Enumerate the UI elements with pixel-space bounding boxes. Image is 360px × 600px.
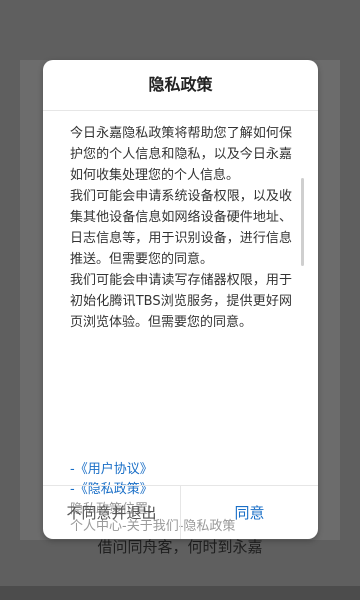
bottom-strip xyxy=(0,586,360,600)
policy-paragraph: 我们可能会申请系统设备权限，以及收集其他设备信息如网络设备硬件地址、日志信息等，… xyxy=(70,189,292,267)
user-agreement-link[interactable]: -《用户协议》 xyxy=(70,458,153,477)
scrollbar[interactable] xyxy=(301,178,304,266)
dialog-title: 隐私政策 xyxy=(43,60,318,111)
background-caption: 借问同舟客，何时到永嘉 xyxy=(97,538,263,556)
privacy-dialog: 隐私政策 今日永嘉隐私政策将帮助您了解如何保护您的个人信息和隐私，以及今日永嘉如… xyxy=(43,60,318,539)
policy-text: 今日永嘉隐私政策将帮助您了解如何保护您的个人信息和隐私，以及今日永嘉如何收集处理… xyxy=(70,123,292,333)
policy-paragraph: 我们可能会申请读写存储器权限，用于初始化腾讯TBS浏览服务，提供更好网页浏览体验… xyxy=(70,273,292,330)
policy-paragraph: 今日永嘉隐私政策将帮助您了解如何保护您的个人信息和隐私，以及今日永嘉如何收集处理… xyxy=(70,126,292,183)
disagree-exit-button[interactable]: 不同意并退出 xyxy=(43,486,181,539)
agree-button[interactable]: 同意 xyxy=(181,486,318,539)
dialog-button-bar: 不同意并退出 同意 xyxy=(43,485,318,539)
scroll-fade xyxy=(43,419,318,443)
policy-scroll-area[interactable]: 今日永嘉隐私政策将帮助您了解如何保护您的个人信息和隐私，以及今日永嘉如何收集处理… xyxy=(43,111,318,443)
